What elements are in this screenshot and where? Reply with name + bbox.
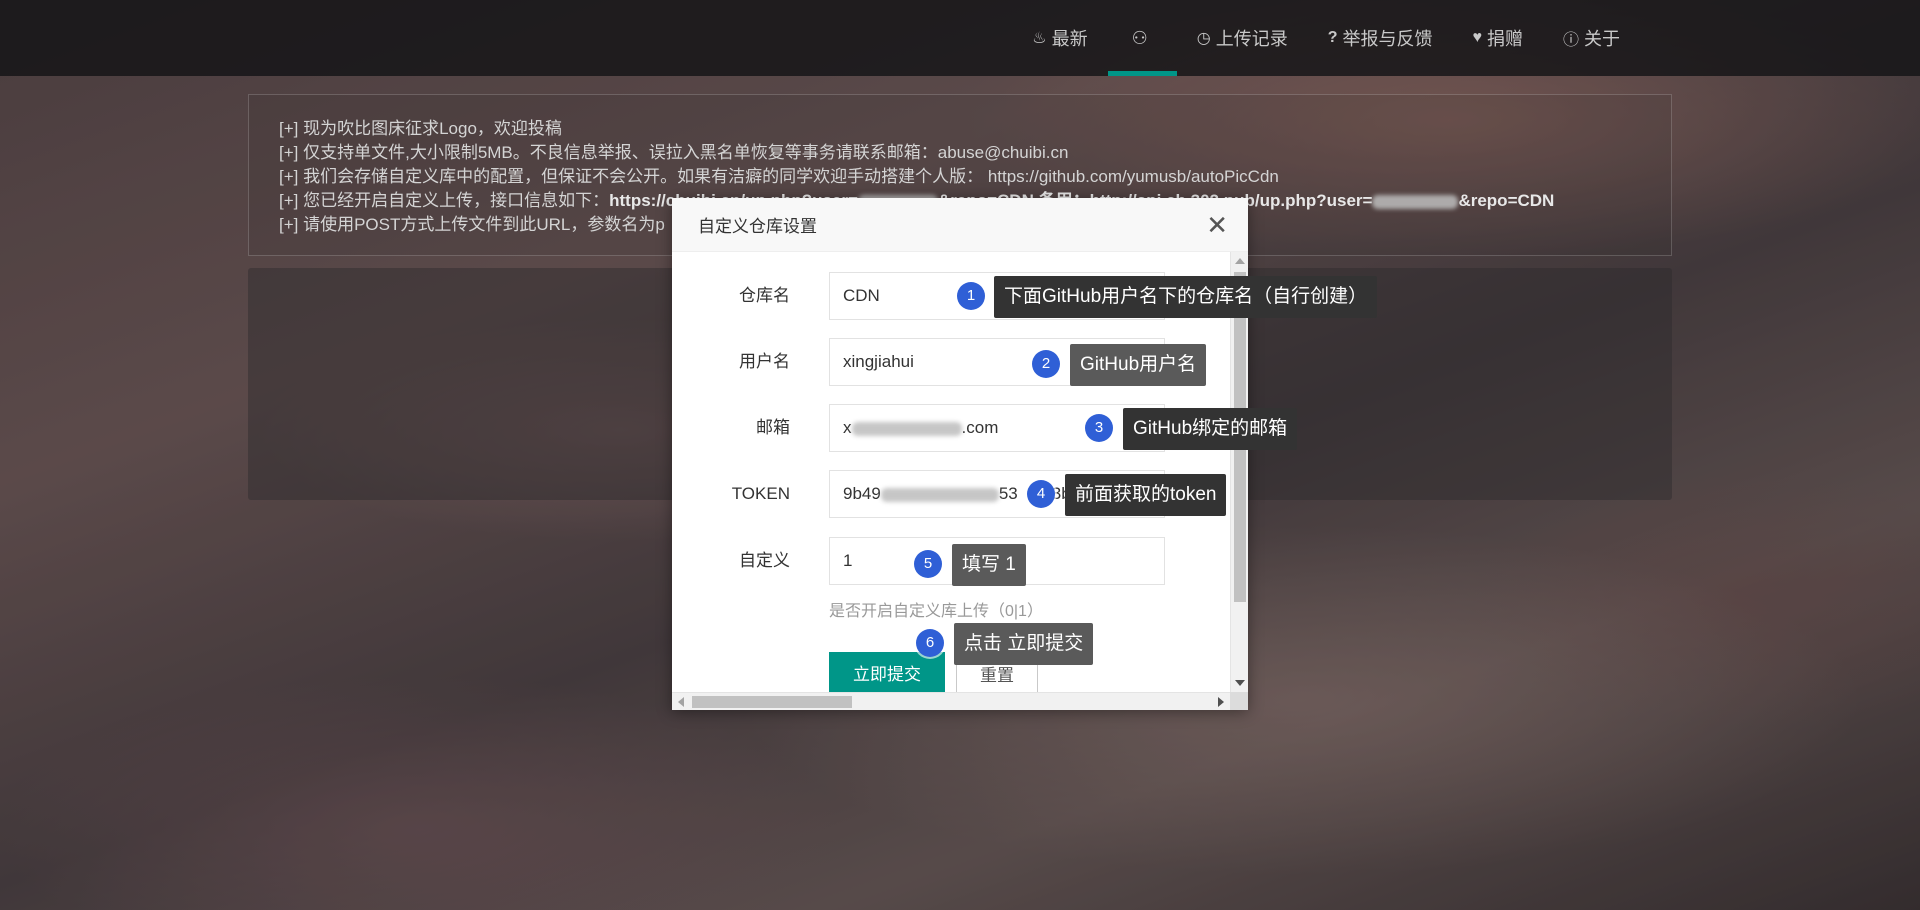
notice-api-prefix: [+] 您已经开启自定义上传，接口信息如下： (279, 191, 610, 210)
nav-item-user[interactable]: ⚇ (1107, 0, 1177, 76)
nav-item-label: 关于 (1584, 29, 1620, 49)
token-value-mid: 53 (998, 484, 1018, 503)
info-icon: ⓘ (1562, 32, 1579, 49)
scroll-left-icon[interactable] (678, 697, 684, 707)
token-value-start: 9b49 (843, 484, 881, 503)
redacted-token (880, 487, 999, 502)
step-tooltip: GitHub绑定的邮箱 (1123, 408, 1298, 450)
flame-icon: ♨ (1032, 30, 1047, 47)
nav-item-label: 最新 (1051, 29, 1088, 49)
custom-hint: 是否开启自定义库上传（0|1） (829, 603, 1043, 620)
redacted-email (851, 421, 962, 436)
submit-button[interactable]: 立即提交 (829, 652, 945, 692)
scroll-right-icon[interactable] (1218, 697, 1224, 707)
nav-item-upload-history[interactable]: ◷ 上传记录 (1177, 0, 1308, 76)
email-input[interactable]: x .com (829, 404, 1165, 452)
clock-icon: ◷ (1196, 30, 1211, 47)
repo-label: 仓库名 (739, 286, 790, 305)
nav-item-label: 捐赠 (1486, 29, 1523, 49)
username-label: 用户名 (739, 352, 790, 371)
step-tooltip: 点击 立即提交 (954, 623, 1094, 665)
step-tooltip: 下面GitHub用户名下的仓库名（自行创建） (994, 276, 1378, 318)
heart-icon: ♥ (1472, 29, 1482, 46)
scrollbar-corner (1230, 692, 1248, 710)
step-tooltip: 前面获取的token (1065, 474, 1227, 516)
scrollbar-thumb[interactable] (692, 696, 852, 708)
vertical-scrollbar[interactable] (1230, 252, 1248, 692)
email-value-start: x (843, 418, 852, 437)
nav-item-latest[interactable]: ♨ 最新 (1012, 0, 1107, 76)
step-badge: 3 (1085, 414, 1113, 442)
top-navbar: ♨ 最新 ⚇ ◷ 上传记录 ? 举报与反馈 ♥ 捐赠 ⓘ 关于 (0, 0, 1920, 76)
scroll-up-icon[interactable] (1235, 258, 1245, 264)
dialog-body: 仓库名 CDN 用户名 xingjiahui 邮箱 x .com TOKEN 9b… (672, 252, 1230, 692)
close-icon[interactable]: ✕ (1206, 212, 1228, 238)
step-tooltip: GitHub用户名 (1070, 344, 1207, 386)
nav-item-report[interactable]: ? 举报与反馈 (1308, 0, 1453, 76)
api-url-part: &repo=CDN (1458, 191, 1555, 210)
step-badge: 1 (957, 282, 985, 310)
step-badge: 2 (1032, 350, 1060, 378)
user-icon: ⚇ (1131, 27, 1148, 48)
nav-item-donate[interactable]: ♥ 捐赠 (1452, 0, 1543, 76)
step-badge: 6 (916, 629, 944, 657)
nav-item-label: 举报与反馈 (1342, 29, 1433, 49)
email-value-end: com (966, 418, 999, 437)
dialog-title: 自定义仓库设置 (698, 217, 817, 236)
step-tooltip: 填写 1 (952, 544, 1026, 586)
redacted-username (1372, 194, 1459, 209)
scroll-down-icon[interactable] (1235, 680, 1245, 686)
notice-line: [+] 仅支持单文件,大小限制5MB。不良信息举报、误拉入黑名单恢复等事务请联系… (279, 143, 1069, 162)
nav-menu: ♨ 最新 ⚇ ◷ 上传记录 ? 举报与反馈 ♥ 捐赠 ⓘ 关于 (1012, 0, 1640, 76)
form-row-custom: 自定义 1 (672, 537, 1230, 585)
dialog-header: 自定义仓库设置 ✕ (672, 198, 1248, 252)
question-icon: ? (1327, 29, 1338, 46)
nav-item-label: 上传记录 (1215, 29, 1288, 49)
token-label: TOKEN (731, 484, 790, 503)
notice-line: [+] 我们会存储自定义库中的配置，但保证不会公开。如果有洁癖的同学欢迎手动搭建… (279, 167, 1279, 186)
notice-line: [+] 现为吹比图床征求Logo，欢迎投稿 (279, 119, 562, 138)
email-label: 邮箱 (756, 418, 790, 437)
nav-item-about[interactable]: ⓘ 关于 (1543, 0, 1640, 76)
step-badge: 4 (1027, 480, 1055, 508)
step-badge: 5 (914, 550, 942, 578)
custom-label: 自定义 (739, 551, 790, 570)
horizontal-scrollbar[interactable] (672, 692, 1230, 710)
